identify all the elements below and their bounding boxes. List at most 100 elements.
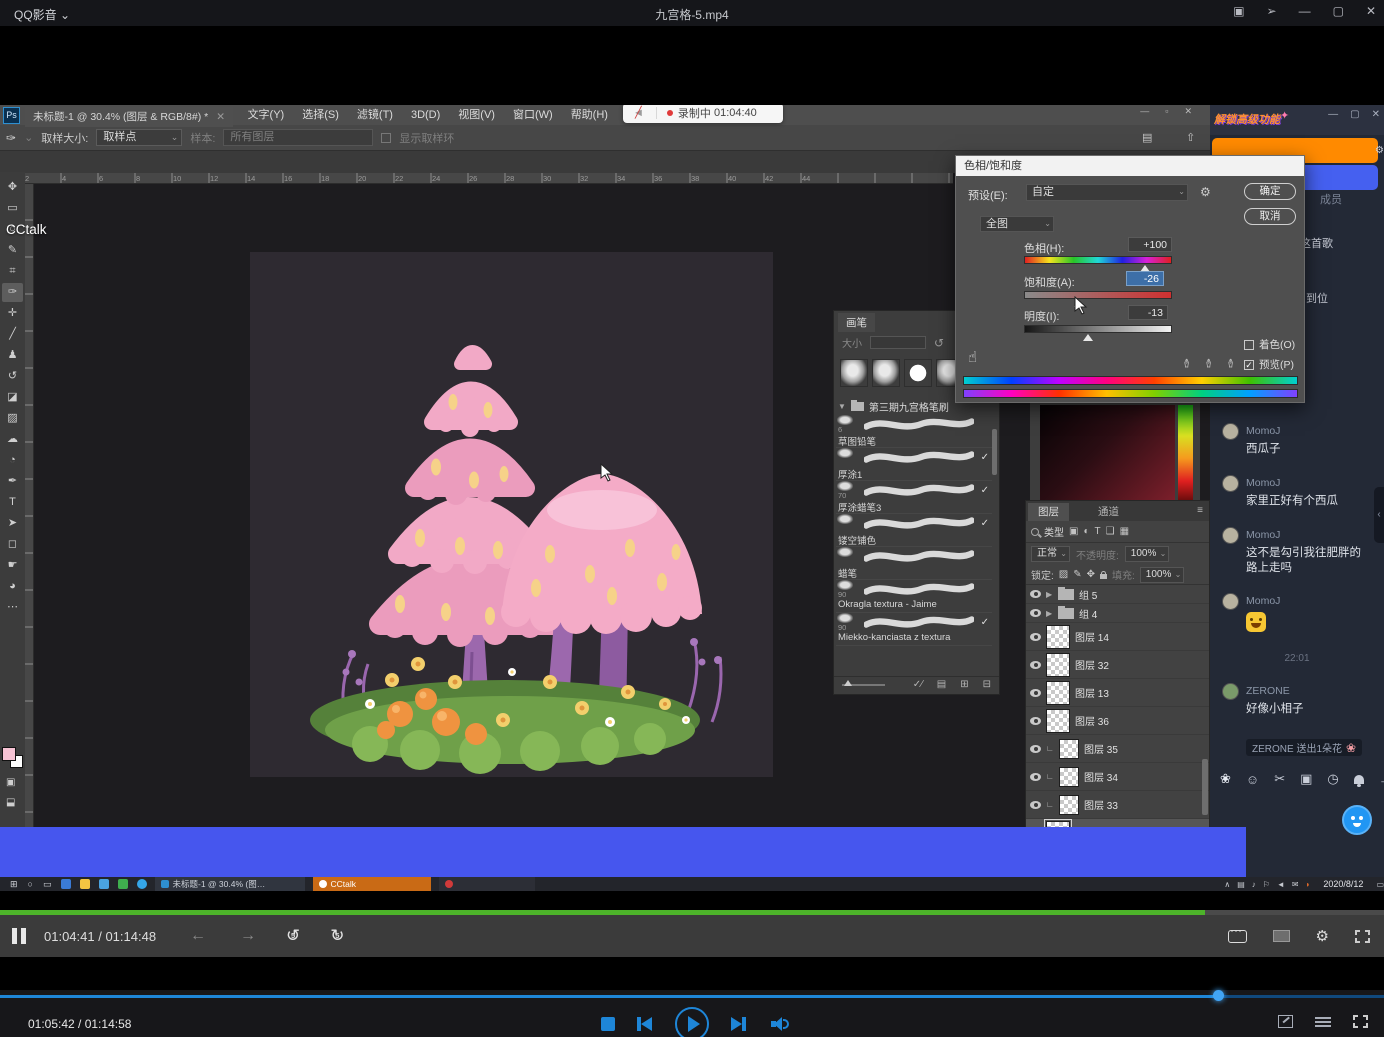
avatar[interactable] [1222,423,1239,440]
ps-tool[interactable]: T [2,493,23,512]
hue-strip[interactable] [1178,405,1193,500]
close-icon[interactable]: ✕ [1366,4,1376,18]
promo-banner-title[interactable]: 解锁高级功能 [1214,111,1280,127]
delete-icon[interactable]: ⊟ [983,679,991,690]
visibility-eye-icon[interactable] [1030,689,1041,697]
taskbar-app-icon[interactable] [137,879,147,889]
layers-scrollbar[interactable] [1202,759,1208,815]
libraries-icon[interactable]: ▤ [1142,131,1152,144]
filter-smart-icon[interactable]: ▦ [1120,526,1129,537]
layer-thumbnail[interactable] [1046,681,1070,705]
forward-5-button[interactable]: ↻5 [330,926,344,946]
brush-item[interactable]: 90 Miekko-kanciasta z textura ✓ [836,613,992,646]
eyedropper-icon[interactable]: ✑ [1180,354,1194,368]
chat-maximize-icon[interactable]: ▢ [1350,109,1359,120]
clock-icon[interactable]: ◷ [1327,771,1338,787]
preview-checkbox[interactable]: ✓预览(P) [1244,357,1294,372]
stroke-preview-slider[interactable] [842,684,885,686]
layer-thumbnail[interactable] [1046,653,1070,677]
ok-button[interactable]: 确定 [1244,183,1296,200]
lightness-value[interactable]: -13 [1128,305,1168,320]
live-tip-icon[interactable]: ✓∕ [913,679,923,690]
ps-tool[interactable]: ◔ [2,451,23,470]
screen-mode-icon[interactable]: ⬓ [6,797,15,808]
taskbar-app-button[interactable] [439,877,535,891]
chat-minimize-icon[interactable]: — [1328,109,1338,120]
brush-item[interactable]: 90 Okragla textura - Jaime ✓ [836,580,992,613]
filter-adjust-icon[interactable]: ◐ [1083,526,1089,537]
visibility-eye-icon[interactable] [1030,661,1041,669]
blend-mode-dropdown[interactable]: 正常 [1031,546,1070,562]
layer-thumbnail[interactable] [1059,739,1079,759]
brush-tip-thumb[interactable] [872,359,900,387]
ps-tool[interactable]: ⌗ [2,262,23,281]
canvas-artwork[interactable] [250,252,773,777]
taskbar-folder-icon[interactable] [80,879,90,889]
visibility-eye-icon[interactable] [1030,609,1041,617]
tab-channels[interactable]: 通道 [1088,503,1129,521]
layer-row[interactable]: ∟ ▶ 图层 32 [1026,651,1209,679]
document-tab[interactable]: 未标题-1 @ 30.4% (图层 & RGB/8#) *✕ [25,107,233,127]
avatar[interactable] [1222,593,1239,610]
mini-mode-icon[interactable]: ➢ [1267,4,1277,18]
fill-dropdown[interactable]: 100% [1140,567,1185,583]
ps-tool[interactable]: ➤ [2,514,23,533]
taskbar-app-icon[interactable] [118,879,128,889]
sample-ring-checkbox[interactable] [381,133,391,143]
next-button[interactable] [731,1017,746,1031]
ps-minimize-icon[interactable]: — [1140,106,1149,117]
quick-mask-icon[interactable]: ▣ [6,777,15,788]
brush-size-field[interactable] [870,336,926,349]
brush-tip-thumb[interactable] [904,359,932,387]
capture-tool-icon[interactable] [1278,1015,1293,1028]
preset-dropdown[interactable]: 自定 [1026,184,1188,201]
next-arrow-icon[interactable]: → [240,927,256,945]
flower-gift-icon[interactable]: ❀ [1220,771,1231,787]
ps-tool[interactable]: ✒ [2,472,23,491]
ps-tool[interactable]: ↺ [2,367,23,386]
brush-item[interactable]: 6 草图铅笔 ✓ [836,415,992,448]
tab-layers[interactable]: 图层 [1028,503,1069,521]
channel-dropdown[interactable]: 全图 [980,216,1054,232]
rewind-5-button[interactable]: ↺5 [286,926,300,946]
members-tab[interactable]: 成员 [1320,191,1342,207]
prev-arrow-icon[interactable]: ← [190,927,206,945]
ps-tool[interactable]: ▨ [2,409,23,428]
filter-type-icon[interactable]: T [1095,526,1101,537]
brush-item[interactable]: 70 厚涂蜡笔3 ✓ [836,481,992,514]
ps-tool[interactable]: ☁ [2,430,23,449]
visibility-eye-icon[interactable] [1030,633,1041,641]
hue-value[interactable]: +100 [1128,237,1172,252]
expand-icon[interactable]: ▶ [1046,590,1053,599]
saturation-value[interactable]: -26 [1126,271,1164,286]
ps-tool[interactable]: ✛ [2,304,23,323]
dialog-title[interactable]: 色相/饱和度 [956,156,1304,176]
ps-close-icon[interactable]: ✕ [1184,106,1192,117]
eyedropper-plus-icon[interactable]: ✑ [1202,354,1216,368]
image-icon[interactable]: ▣ [1300,771,1312,787]
minimize-icon[interactable]: — [1299,4,1311,18]
cctalk-avatar[interactable] [1342,805,1372,835]
ps-tool[interactable]: ✥ [2,178,23,197]
layer-row[interactable]: ∟ ▶ 组 4 [1026,604,1209,623]
maximize-icon[interactable]: ▢ [1333,4,1344,18]
screenshot-icon[interactable]: ▣ [1233,4,1244,18]
layer-row[interactable]: ∟ ▶ 图层 13 [1026,679,1209,707]
brush-item[interactable]: 厚涂1 ✓ [836,448,992,481]
lock-transparent-icon[interactable]: ▨ [1059,569,1068,580]
ps-menu-item[interactable]: 选择(S) [293,105,348,125]
volume-icon[interactable] [771,1017,789,1031]
ps-menu-item[interactable]: 帮助(H) [562,105,617,125]
ps-tool[interactable]: ✎ [2,241,23,260]
layer-row[interactable]: ∟ ▶ 图层 33 [1026,791,1209,819]
layer-thumbnail[interactable] [1046,625,1070,649]
sample-size-dropdown[interactable]: 取样点 [96,129,182,146]
avatar[interactable] [1222,683,1239,700]
layer-row[interactable]: ∟ ▶ 图层 36 [1026,707,1209,735]
play-button[interactable] [675,1007,709,1037]
share-icon[interactable]: ⇧ [1186,131,1195,144]
taskbar-photoshop-button[interactable]: 未标题-1 @ 30.4% (图… [155,877,305,891]
avatar[interactable] [1222,475,1239,492]
ps-menu-item[interactable]: 窗口(W) [504,105,562,125]
visibility-eye-icon[interactable] [1030,745,1041,753]
